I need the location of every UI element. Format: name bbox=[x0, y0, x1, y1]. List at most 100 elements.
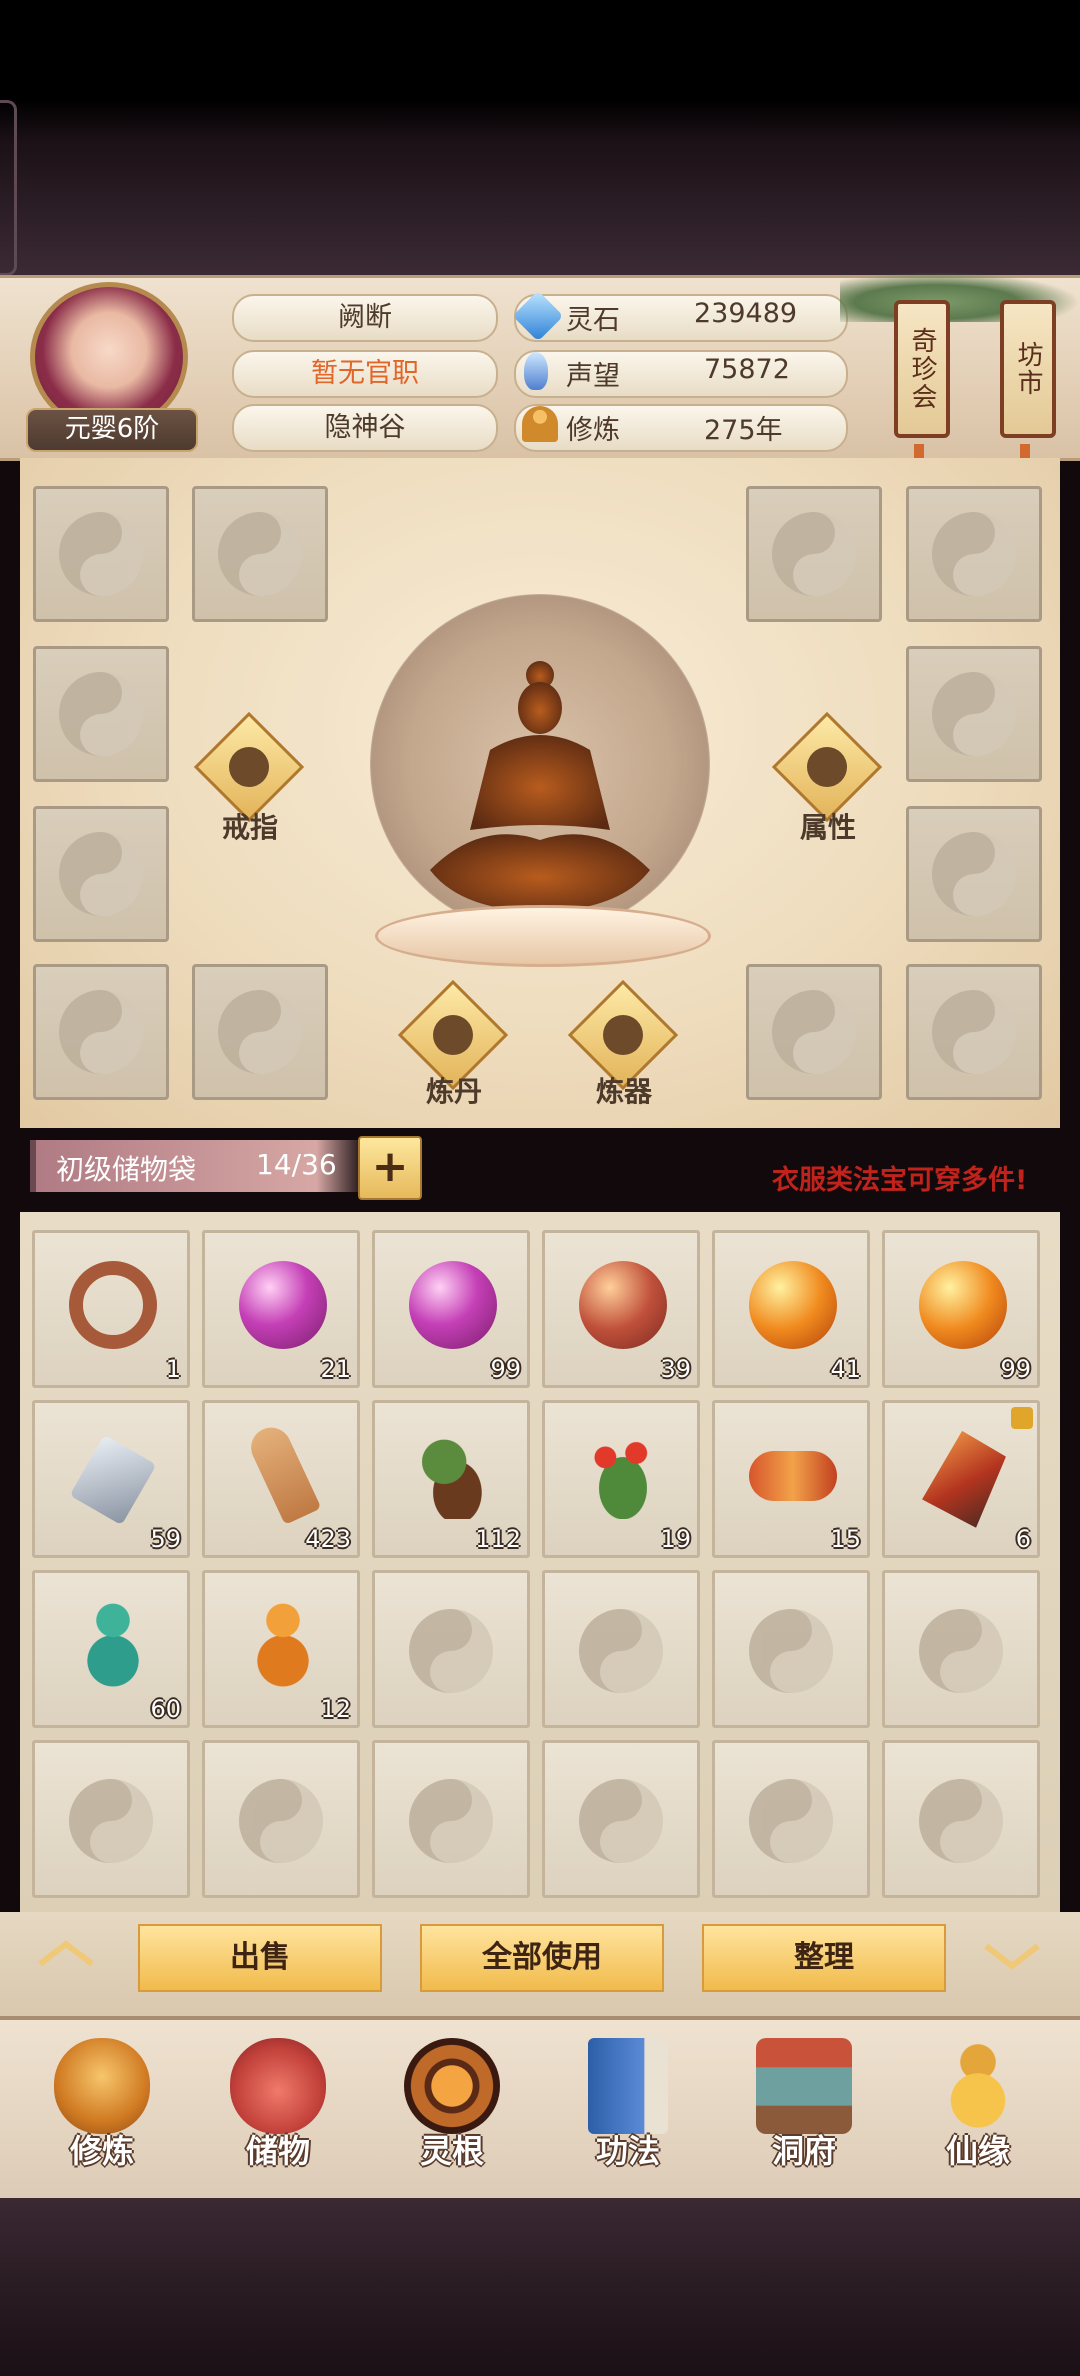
inventory-cell[interactable]: 112 bbox=[372, 1400, 530, 1558]
storage-bag-title: 初级储物袋 bbox=[56, 1153, 197, 1186]
page-down-arrow-icon[interactable] bbox=[982, 1942, 1042, 1972]
use-all-button[interactable]: 全部使用 bbox=[420, 1924, 664, 1992]
yin-yang-icon bbox=[59, 512, 143, 596]
inventory-cell-empty[interactable] bbox=[712, 1570, 870, 1728]
inventory-cell[interactable]: 423 bbox=[202, 1400, 360, 1558]
item-quantity: 1 bbox=[165, 1355, 181, 1383]
item-quantity: 112 bbox=[475, 1525, 521, 1553]
inventory-cell[interactable]: 1 bbox=[32, 1230, 190, 1388]
inventory-cell-empty[interactable] bbox=[542, 1570, 700, 1728]
meditating-figure bbox=[420, 650, 660, 920]
orange-fire-orb-icon bbox=[749, 1261, 837, 1349]
nav-fortune[interactable]: 仙缘 bbox=[908, 2030, 1048, 2200]
item-quantity: 6 bbox=[1015, 1525, 1031, 1553]
inventory-cell[interactable]: 19 bbox=[542, 1400, 700, 1558]
equip-slot[interactable] bbox=[906, 964, 1042, 1100]
inventory-cell-empty[interactable] bbox=[712, 1740, 870, 1898]
spirit-root-icon bbox=[404, 2038, 500, 2134]
equip-slot[interactable] bbox=[192, 964, 328, 1100]
sell-button[interactable]: 出售 bbox=[138, 1924, 382, 1992]
yin-yang-icon bbox=[919, 1609, 1003, 1693]
nav-label: 灵根 bbox=[419, 2132, 484, 2170]
player-name: 阙断 bbox=[232, 294, 498, 342]
item-quantity: 19 bbox=[660, 1525, 691, 1553]
nav-storage[interactable]: 储物 bbox=[208, 2030, 348, 2200]
inventory-cell[interactable]: 59 bbox=[32, 1400, 190, 1558]
item-quantity: 12 bbox=[320, 1695, 351, 1723]
treasure-auction-button[interactable]: 奇珍会 bbox=[894, 300, 950, 438]
equip-slot[interactable] bbox=[746, 486, 882, 622]
inventory-cell-empty[interactable] bbox=[542, 1740, 700, 1898]
yin-yang-icon bbox=[239, 1779, 323, 1863]
equip-slot[interactable] bbox=[192, 486, 328, 622]
inventory-cell[interactable]: 99 bbox=[882, 1230, 1040, 1388]
cauldron-icon bbox=[433, 1015, 473, 1055]
equip-slot[interactable] bbox=[33, 646, 169, 782]
equip-slot[interactable] bbox=[33, 964, 169, 1100]
item-quantity: 39 bbox=[660, 1355, 691, 1383]
inventory-cell-empty[interactable] bbox=[202, 1740, 360, 1898]
inventory-cell-empty[interactable] bbox=[32, 1740, 190, 1898]
inventory-cell[interactable]: 12 bbox=[202, 1570, 360, 1728]
inventory-cell[interactable]: 15 bbox=[712, 1400, 870, 1558]
technique-book-icon bbox=[588, 2038, 668, 2134]
nav-spirit-root[interactable]: 灵根 bbox=[382, 2030, 522, 2200]
nav-label: 仙缘 bbox=[945, 2132, 1010, 2170]
item-quantity: 423 bbox=[305, 1525, 351, 1553]
inventory-cell[interactable]: 99 bbox=[372, 1230, 530, 1388]
meditation-platform bbox=[375, 905, 711, 967]
red-flower-herb-icon bbox=[579, 1431, 667, 1519]
side-bracket-decoration bbox=[0, 100, 17, 276]
sort-button[interactable]: 整理 bbox=[702, 1924, 946, 1992]
forge-label: 炼器 bbox=[595, 1075, 652, 1108]
item-quantity: 99 bbox=[490, 1355, 521, 1383]
market-button[interactable]: 坊市 bbox=[1000, 300, 1056, 438]
inventory-cell[interactable]: 6 bbox=[882, 1400, 1040, 1558]
nav-cultivate[interactable]: 修炼 bbox=[32, 2030, 172, 2200]
silver-ore-icon bbox=[69, 1434, 157, 1526]
yin-yang-icon bbox=[932, 512, 1016, 596]
scholar-hat-icon bbox=[807, 747, 847, 787]
ring-icon bbox=[229, 747, 269, 787]
attribute-label: 属性 bbox=[799, 811, 856, 844]
cave-residence-icon bbox=[756, 2038, 852, 2134]
official-rank[interactable]: 暂无官职 bbox=[232, 350, 498, 398]
ring-item-icon bbox=[69, 1261, 157, 1349]
yin-yang-icon bbox=[749, 1609, 833, 1693]
resource-reputation[interactable] bbox=[514, 350, 848, 398]
orange-fire-orb-icon bbox=[919, 1261, 1007, 1349]
cordyceps-icon bbox=[749, 1451, 837, 1501]
reputation-crystal-icon bbox=[524, 352, 548, 390]
inventory-cell-empty[interactable] bbox=[882, 1740, 1040, 1898]
item-quantity: 15 bbox=[830, 1525, 861, 1553]
storage-bag-capacity: 14/36 bbox=[256, 1148, 337, 1181]
equip-slot[interactable] bbox=[906, 646, 1042, 782]
inventory-cell[interactable]: 41 bbox=[712, 1230, 870, 1388]
resource-spirit-stone[interactable] bbox=[514, 294, 848, 342]
expand-bag-button[interactable]: + bbox=[358, 1136, 422, 1200]
inventory-cell-empty[interactable] bbox=[882, 1570, 1040, 1728]
sect-name[interactable]: 隐神谷 bbox=[232, 404, 498, 452]
inventory-cell[interactable]: 60 bbox=[32, 1570, 190, 1728]
resource-cultivation[interactable] bbox=[514, 404, 848, 452]
equip-slot[interactable] bbox=[906, 486, 1042, 622]
equip-slot[interactable] bbox=[746, 964, 882, 1100]
inventory-cell[interactable]: 39 bbox=[542, 1230, 700, 1388]
equip-notice: 衣服类法宝可穿多件! bbox=[772, 1165, 1028, 1196]
cultivation-value: 275年 bbox=[704, 415, 783, 446]
equip-slot[interactable] bbox=[33, 806, 169, 942]
equip-slot[interactable] bbox=[33, 486, 169, 622]
orange-gourd-icon bbox=[239, 1601, 327, 1689]
equip-slot[interactable] bbox=[906, 806, 1042, 942]
nav-technique[interactable]: 功法 bbox=[558, 2030, 698, 2200]
yin-yang-icon bbox=[932, 672, 1016, 756]
inventory-cell-empty[interactable] bbox=[372, 1570, 530, 1728]
nav-label: 储物 bbox=[245, 2132, 310, 2170]
page-up-arrow-icon[interactable] bbox=[36, 1938, 96, 1968]
item-quantity: 99 bbox=[1000, 1355, 1031, 1383]
inventory-cell-empty[interactable] bbox=[372, 1740, 530, 1898]
inventory-cell[interactable]: 21 bbox=[202, 1230, 360, 1388]
reputation-value: 75872 bbox=[704, 354, 790, 385]
nav-cave-residence[interactable]: 洞府 bbox=[734, 2030, 874, 2200]
top-background bbox=[0, 0, 1080, 275]
